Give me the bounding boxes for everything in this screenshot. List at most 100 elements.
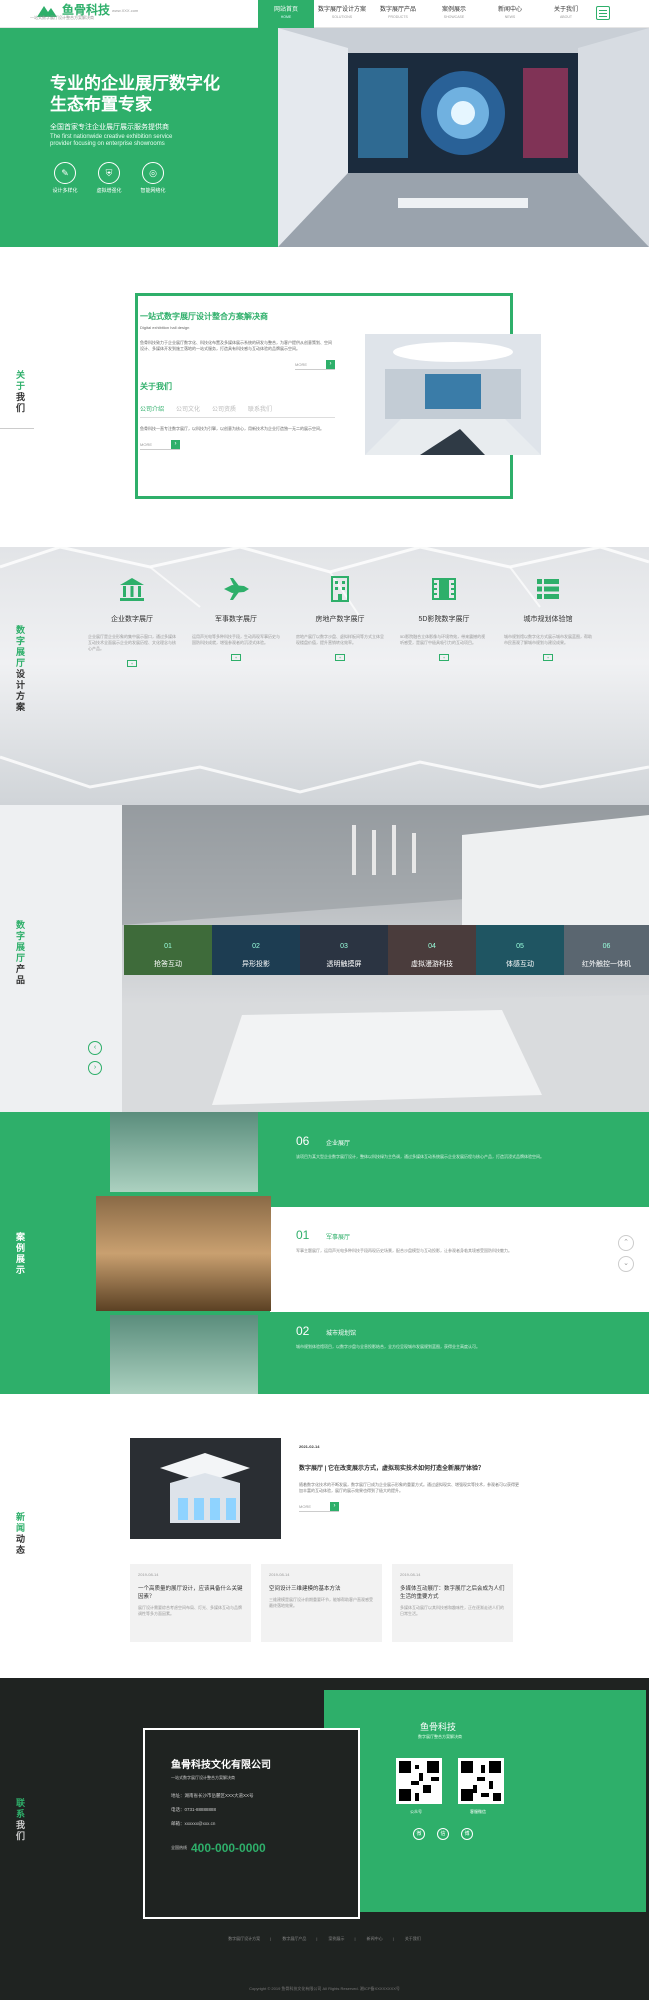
design-item-title: 房地产数字展厅 [315,616,365,623]
design-item[interactable]: 5D影院数字展厅 5D影院融合立体影像与环境特效，带来震撼的视听感受，是展厅中极… [392,575,496,667]
news-image[interactable] [130,1438,281,1539]
shield-icon: ⛨ [98,162,120,184]
products-carousel: 01 抢答互动 02 异形投影 03 透明触摸屏 04 虚拟漫游科技 05 体感互动 06… [124,925,649,975]
cases-section-label: 案例 展示 [16,1232,30,1276]
prev-arrow-icon[interactable]: ‹ [88,1041,102,1055]
footer-link[interactable]: 新闻中心 [367,1936,383,1941]
tab-intro[interactable]: 公司介绍 [140,404,164,413]
case-number: 02 [296,1324,310,1338]
product-card[interactable]: 04 虚拟漫游科技 [388,925,476,975]
design-item[interactable]: 城市规划体验馆 城市规划馆以数字化方式展示城市发展蓝图，帮助市民直观了解城市规划… [496,575,600,667]
hero-english: The first nationwide creative exhibition… [50,134,173,147]
design-item-title: 城市规划体验馆 [523,616,573,623]
wechat-icon[interactable]: 微 [413,1828,425,1840]
nav-home[interactable]: 网站首页 HOME [258,0,314,28]
product-number: 05 [516,943,524,950]
feature-item[interactable]: ✎ 设计多样化 [50,162,80,194]
product-label: 透明触摸屏 [326,961,362,968]
footer-links: 数字展厅设计方案 | 数字展厅产品 | 案例展示 | 新闻中心 | 关于我们 [228,1936,421,1941]
nav-news[interactable]: 新闻中心 NEWS [482,0,538,28]
nav-label: 数字展厅产品 [379,7,416,13]
weibo-icon[interactable]: 博 [461,1828,473,1840]
menu-icon[interactable] [596,6,610,20]
case-image[interactable] [110,1112,258,1192]
nav-solutions[interactable]: 数字展厅设计方案 SOLUTIONS [314,0,370,28]
nav-label: 数字展厅设计方案 [317,7,366,13]
hotline-label: 全国热线 [171,1845,187,1850]
design-item-desc: 房地产展厅以数字沙盘、虚拟样板间等方式立体呈现楼盘价值，提升营销转化效率。 [296,634,384,645]
footer-brand: 鱼骨科技 [420,1722,457,1732]
company-email[interactable]: 邮箱：xxxxxx@xxx.cn [171,1821,358,1827]
news-card-title: 一个高质量的展厅设计，应该具备什么关键因素？ [138,1586,243,1600]
tab-culture[interactable]: 公司文化 [176,404,200,413]
feature-item[interactable]: ⛨ 虚拟增强化 [94,162,124,194]
feature-item[interactable]: ◎ 智能网络化 [138,162,168,194]
case-image-active[interactable] [96,1196,271,1311]
divider [0,428,34,429]
design-item-desc: 城市规划馆以数字化方式展示城市发展蓝图，帮助市民直观了解城市规划与建设成果。 [504,634,592,645]
about-content: 一站式数字展厅设计整合方案解决商 Digital exhibition hall… [140,297,335,451]
tab-qualification[interactable]: 公司资质 [212,404,236,413]
section-label-top: 数字展厅 [16,625,26,668]
news-card[interactable]: 2019-08-14 空间设计三维建模的基本方法 三维建模是展厅设计前期重要环节，能… [261,1564,382,1642]
chevron-down-icon[interactable]: ⌄ [618,1256,634,1272]
plus-icon[interactable]: + [543,654,553,661]
case-title: 军事展厅 [326,1235,351,1241]
footer-link[interactable]: 数字展厅设计方案 [228,1936,260,1941]
footer-link[interactable]: 关于我们 [405,1936,421,1941]
news-title[interactable]: 数字展厅 | 它在改变展示方式，虚拟现实技术如何打造全新展厅体验？ [299,1463,519,1472]
chevron-up-icon[interactable]: ⌃ [618,1235,634,1251]
about-image [365,334,541,455]
design-item-desc: 企业展厅是企业形象的集中展示窗口，通过多媒体互动技术全面展示企业的发展历程、文化… [88,634,176,651]
product-card[interactable]: 03 透明触摸屏 [300,925,388,975]
plus-icon[interactable]: + [335,654,345,661]
feature-label: 设计多样化 [52,188,78,194]
about-more-button[interactable]: MORE › [295,360,335,370]
design-list: 企业数字展厅 企业展厅是企业形象的集中展示窗口，通过多媒体互动技术全面展示企业的… [80,575,600,667]
message-icon[interactable]: 信 [437,1828,449,1840]
product-card[interactable]: 06 红外触控一体机 [564,925,649,975]
hero-banner: 专业的企业展厅数字化生态布置专家 全国首家专注企业展厅展示服务提供商 The f… [0,28,649,247]
plus-icon[interactable]: + [231,654,241,661]
footer-link[interactable]: 案例展示 [329,1936,345,1941]
product-card[interactable]: 05 体感互动 [476,925,564,975]
nav-about[interactable]: 关于我们 ABOUT [538,0,594,28]
footer-link[interactable]: 数字展厅产品 [282,1936,306,1941]
about-section: 关于 我们 一站式数字展厅设计整合方案解决商 Digital exhibition… [0,247,649,547]
news-card[interactable]: 2019-08-14 多媒体互动展厅：数字展厅之后会成为人们生活的重要方式 多媒体互… [392,1564,513,1642]
product-card[interactable]: 01 抢答互动 [124,925,212,975]
nav-label: 网站首页 [273,7,298,13]
design-item[interactable]: 房地产数字展厅 房地产展厅以数字沙盘、虚拟样板间等方式立体呈现楼盘价值，提升营销… [288,575,392,667]
news-section-label: 新闻 动态 [16,1512,30,1556]
about-paragraph: 鱼骨科技致力于企业展厅数字化、科技化布置及多媒体展示系统的研发与整合，为客户提供… [140,340,332,351]
hotline-number[interactable]: 400-000-0000 [191,1841,266,1855]
nav-products[interactable]: 数字展厅产品 PRODUCTS [370,0,426,28]
next-arrow-icon[interactable]: › [88,1061,102,1075]
case-image[interactable] [110,1315,258,1394]
contact-section: 联系 我们 鱼骨科技文化有限公司 一站式数字展厅设计整合方案解决商 地址：湖南省长… [0,1678,649,2000]
section-label-bottom: 我们 [16,392,26,413]
design-item[interactable]: 企业数字展厅 企业展厅是企业形象的集中展示窗口，通过多媒体互动技术全面展示企业的… [80,575,184,667]
news-card[interactable]: 2019-08-14 一个高质量的展厅设计，应该具备什么关键因素？ 展厅设计需要综合… [130,1564,251,1642]
design-section-label: 数字展厅 设计方案 [16,625,30,713]
plus-icon[interactable]: + [127,660,137,667]
contact-card: 鱼骨科技文化有限公司 一站式数字展厅设计整合方案解决商 地址：湖南省长沙市岳麓区… [143,1728,360,1919]
about-paragraph-2: 鱼骨科技一直专注数字展厅，以科技为引擎，以创意为核心，用新技术为企业打造独一无二… [140,426,324,431]
case-desc: 该项目为某大型企业数字展厅设计，整体以科技绿为主色调，通过多媒体互动系统展示企业… [296,1154,544,1159]
nav-label: 关于我们 [553,7,578,13]
book-display-illustration [130,1438,281,1539]
nav-showcase[interactable]: 案例展示 SHOWCASE [426,0,482,28]
news-featured: 2021-02-14 数字展厅 | 它在改变展示方式，虚拟现实技术如何打造全新展… [299,1444,519,1513]
section-label-top: 案例 [16,1232,26,1253]
news-desc: 随着数字化技术的不断发展，数字展厅已成为企业展示形象的重要方式。通过虚拟现实、增… [299,1482,519,1493]
about-more-button-2[interactable]: MORE › [140,440,180,450]
hotline-row: 全国热线 400-000-0000 [171,1841,358,1855]
news-more-button[interactable]: MORE › [299,1502,339,1512]
qr-code-icon [458,1758,504,1804]
more-label: MORE [140,442,152,447]
plus-icon[interactable]: + [439,654,449,661]
product-card[interactable]: 02 异形投影 [212,925,300,975]
globe-icon: ◎ [142,162,164,184]
tab-contact[interactable]: 联系我们 [248,404,272,413]
design-item[interactable]: 军事数字展厅 运用声光电等多种科技手段，生动再现军事历史与国防科技成就，增强参观… [184,575,288,667]
